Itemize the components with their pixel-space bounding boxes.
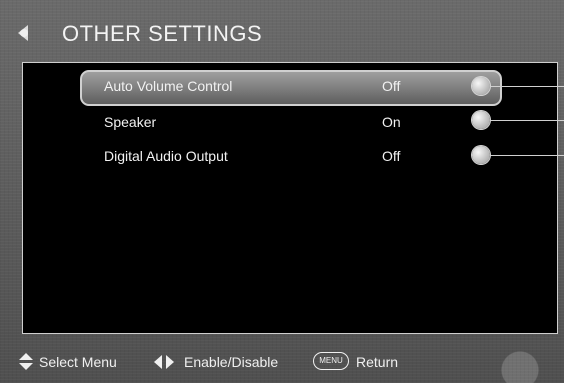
menu-item-label: Digital Audio Output (104, 148, 228, 164)
menu-item-label: Speaker (104, 114, 157, 130)
menu-row-speaker[interactable]: Speaker On (104, 114, 524, 138)
callout-marker-icon (472, 111, 490, 129)
header: OTHER SETTINGS (0, 0, 564, 58)
menu-item-value: Off (382, 148, 401, 164)
footer-enable-disable-text: Enable/Disable (184, 354, 279, 370)
callout-marker-icon (472, 146, 490, 164)
footer-help-bar: Select Menu Enable/Disable MENU Return (0, 345, 564, 375)
callout-marker-icon (472, 77, 490, 95)
leftright-arrows-icon (154, 353, 176, 371)
menu-row-auto-volume-control[interactable]: Auto Volume Control Off (104, 78, 524, 102)
menu-item-value: On (382, 114, 401, 130)
callout-leader-line (490, 155, 564, 156)
page-title: OTHER SETTINGS (62, 21, 263, 46)
callout-leader-line (490, 86, 564, 87)
menu-item-label: Auto Volume Control (104, 78, 233, 94)
menu-icon: MENU (313, 352, 349, 370)
callout-leader-line (490, 120, 564, 121)
menu-row-digital-audio-output[interactable]: Digital Audio Output Off (104, 148, 524, 172)
back-icon[interactable] (18, 25, 28, 41)
updown-arrows-icon (18, 353, 34, 371)
footer-return-text: Return (356, 354, 399, 370)
menu-item-value: Off (382, 78, 401, 94)
other-settings-screen: OTHER SETTINGS Auto Volume Control Off S… (0, 0, 564, 383)
footer-select-menu-text: Select Menu (39, 354, 117, 370)
